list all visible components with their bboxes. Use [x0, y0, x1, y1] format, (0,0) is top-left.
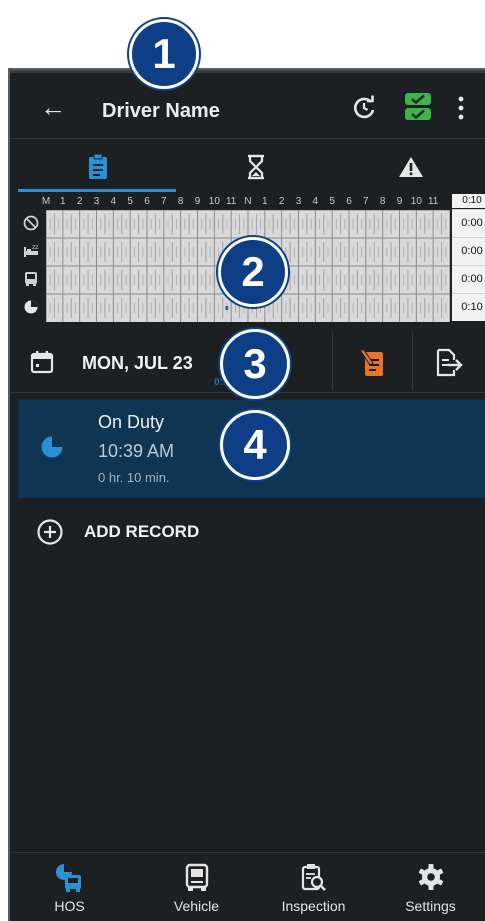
callout-1: 1 [129, 19, 199, 89]
hour-label: 4 [110, 196, 117, 207]
clipboard-icon [89, 154, 107, 179]
record-time: 10:39 AM [98, 441, 175, 461]
send-log-icon[interactable] [435, 348, 463, 378]
header-divider [10, 138, 485, 139]
record-status: On Duty [98, 412, 165, 432]
callout-4: 4 [220, 410, 290, 480]
nav-hos[interactable]: HOS [10, 853, 129, 921]
on-duty-segment [225, 306, 229, 310]
on-duty-clock-icon [18, 293, 44, 321]
nav-inspection-label: Inspection [281, 898, 346, 914]
hour-label: 10 [208, 196, 220, 207]
add-circle-icon[interactable] [36, 518, 64, 546]
app-bar: ← Driver Name [10, 78, 485, 138]
nav-hos-label: HOS [54, 898, 85, 914]
hourglass-icon [248, 154, 264, 180]
hour-label: 8 [379, 196, 386, 207]
app-screen: ← Driver Name M 1 2 3 4 5 6 7 8 9 10 11 … [8, 68, 485, 921]
on-duty-total: 0:10 [452, 293, 485, 321]
record-duration: 0 hr. 10 min. [98, 470, 170, 485]
calendar-icon[interactable] [30, 350, 54, 374]
driving-total: 0:00 [452, 265, 485, 293]
hour-label: 2 [76, 196, 83, 207]
hour-label: 6 [346, 196, 352, 207]
off-duty-total: 0:00 [452, 209, 485, 237]
hour-labels: M 1 2 3 4 5 6 7 8 9 10 11 N 1 2 3 4 5 6 7 8 9 10 11 [30, 194, 460, 208]
hour-label: 7 [161, 196, 167, 207]
hour-label: 11 [427, 196, 439, 207]
active-tab-indicator [18, 189, 176, 192]
svg-text:zz: zz [32, 244, 38, 251]
warning-icon [399, 157, 423, 177]
hour-label: 5 [329, 196, 335, 207]
truck-front-icon [18, 265, 44, 293]
edit-log-icon[interactable] [359, 348, 387, 378]
off-duty-icon [18, 209, 44, 237]
nav-vehicle[interactable]: Vehicle [137, 853, 256, 921]
bottom-navigation: HOS Vehicle Inspection Settings [10, 852, 485, 921]
datebar-divider [412, 332, 413, 390]
hour-label: 2 [278, 196, 285, 207]
certified-checks-icon[interactable] [405, 92, 431, 122]
vehicle-icon [185, 863, 208, 891]
hour-label: 6 [144, 196, 150, 207]
more-options-icon[interactable] [458, 96, 464, 120]
log-date[interactable]: MON, JUL 23 [82, 353, 193, 374]
on-duty-clock-icon [41, 436, 63, 458]
sync-icon[interactable] [349, 93, 379, 123]
callout-3: 3 [220, 329, 290, 399]
hour-label: 4 [312, 196, 319, 207]
datebar-divider [332, 332, 333, 390]
hour-label: 3 [93, 196, 100, 207]
sleeper-total: 0:00 [452, 237, 485, 265]
nav-settings-label: Settings [405, 898, 456, 914]
add-record-button[interactable]: ADD RECORD [84, 522, 199, 542]
tab-logs[interactable] [18, 146, 176, 192]
tab-timers[interactable] [176, 146, 334, 192]
hour-label: 11 [225, 196, 237, 207]
nav-settings[interactable]: Settings [371, 853, 485, 921]
hour-label: 7 [363, 196, 369, 207]
hour-label: M [41, 196, 51, 207]
callout-2: 2 [218, 237, 288, 307]
inspection-icon [301, 864, 326, 891]
hour-label: 8 [177, 196, 184, 207]
hour-label: 9 [396, 196, 403, 207]
hour-label: 5 [127, 196, 133, 207]
grid-total-header: 0:10 [452, 194, 485, 208]
nav-inspection[interactable]: Inspection [254, 853, 373, 921]
hour-label: 10 [410, 196, 422, 207]
gear-icon [418, 864, 443, 890]
hos-icon [55, 864, 81, 892]
hour-label: N [244, 196, 252, 207]
sleeper-berth-icon: zz [18, 237, 44, 265]
driver-name-title: Driver Name [102, 100, 220, 122]
hour-label: 1 [60, 196, 66, 207]
back-arrow-icon[interactable]: ← [40, 94, 66, 120]
hour-label: 1 [262, 196, 268, 207]
hour-label: 9 [194, 196, 201, 207]
nav-vehicle-label: Vehicle [173, 898, 220, 914]
hour-label: 3 [295, 196, 302, 207]
tab-violations[interactable] [334, 146, 485, 192]
